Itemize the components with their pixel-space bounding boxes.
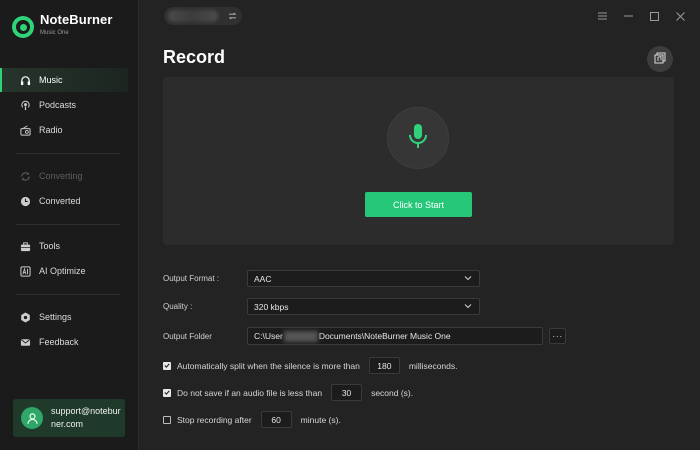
- sidebar-item-label: Music: [39, 75, 63, 85]
- sidebar-item-ai-optimize[interactable]: AI Optimize: [0, 259, 128, 283]
- sidebar-item-podcasts[interactable]: Podcasts: [0, 93, 128, 117]
- podcast-icon: [20, 100, 31, 111]
- output-format-label: Output Format :: [163, 274, 220, 283]
- gear-icon: [20, 312, 31, 323]
- silence-ms-input[interactable]: 180: [368, 357, 400, 374]
- sidebar-item-converting[interactable]: Converting: [0, 164, 128, 188]
- support-card[interactable]: support@noteburner.com: [13, 399, 125, 437]
- output-folder-prefix: C:\User: [254, 331, 283, 341]
- output-folder-suffix: Documents\NoteBurner Music One: [318, 331, 451, 341]
- quality-value: 320 kbps: [254, 301, 289, 312]
- sidebar-item-tools[interactable]: Tools: [0, 234, 128, 258]
- browse-folder-button[interactable]: ···: [549, 328, 566, 344]
- app-subtitle: Music One: [40, 30, 69, 36]
- menu-icon[interactable]: [596, 10, 608, 22]
- radio-icon: [20, 125, 31, 136]
- mail-icon: [20, 337, 31, 348]
- microphone-button[interactable]: [387, 107, 449, 169]
- user-avatar-icon: [21, 407, 43, 429]
- page-title: Record: [163, 47, 226, 67]
- clock-icon: [20, 196, 31, 207]
- sidebar-item-radio[interactable]: Radio: [0, 118, 128, 142]
- headphones-icon: [20, 75, 31, 86]
- stop-after-option: Stop recording after 60 minute (s).: [163, 411, 341, 428]
- output-folder-field[interactable]: C:\User Documents\NoteBurner Music One: [247, 327, 543, 345]
- redacted-username: [283, 330, 318, 342]
- quality-label: Quality :: [163, 302, 193, 311]
- click-to-start-button[interactable]: Click to Start: [365, 192, 472, 217]
- sidebar: NoteBurner Music One Music Podcasts Radi…: [0, 0, 139, 450]
- minimize-icon[interactable]: [622, 10, 634, 22]
- sidebar-item-label: Podcasts: [39, 100, 77, 110]
- quality-select[interactable]: 320 kbps: [247, 298, 480, 315]
- sidebar-divider: [16, 224, 120, 225]
- min-length-text: Do not save if an audio file is less tha…: [177, 387, 323, 398]
- auto-split-option: Automatically split when the silence is …: [163, 357, 458, 374]
- sidebar-divider: [16, 153, 120, 154]
- chevron-down-icon: [464, 274, 472, 284]
- converting-icon: [20, 171, 31, 182]
- stop-after-input[interactable]: 60: [260, 411, 292, 428]
- min-length-checkbox[interactable]: [163, 388, 171, 397]
- auto-split-checkbox[interactable]: [163, 361, 171, 370]
- chevron-down-icon: [464, 302, 472, 312]
- maximize-icon[interactable]: [648, 10, 660, 22]
- ai-icon: [20, 265, 31, 277]
- record-list-button[interactable]: [647, 46, 673, 72]
- noteburner-logo-icon: [12, 16, 34, 38]
- brand: NoteBurner Music One: [12, 12, 113, 38]
- microphone-icon: [407, 123, 429, 153]
- record-panel: Click to Start: [163, 77, 674, 245]
- auto-split-text: Automatically split when the silence is …: [177, 360, 360, 371]
- sidebar-item-label: Feedback: [39, 337, 79, 347]
- close-icon[interactable]: [674, 10, 686, 22]
- stop-after-text: Stop recording after: [177, 414, 252, 425]
- window-controls: [596, 10, 686, 22]
- sidebar-item-music[interactable]: Music: [0, 68, 128, 92]
- sidebar-item-label: Tools: [39, 241, 61, 251]
- output-folder-label: Output Folder: [163, 332, 212, 341]
- toolbox-icon: [20, 241, 31, 252]
- output-format-select[interactable]: AAC: [247, 270, 480, 287]
- account-switcher[interactable]: [164, 7, 242, 25]
- support-email: support@noteburner.com: [51, 406, 121, 429]
- sidebar-divider: [16, 294, 120, 295]
- sidebar-item-settings[interactable]: Settings: [0, 305, 128, 329]
- sidebar-item-label: Settings: [39, 312, 72, 322]
- min-length-unit: second (s).: [371, 387, 414, 398]
- min-length-input[interactable]: 30: [331, 384, 363, 401]
- stop-after-checkbox[interactable]: [163, 415, 171, 424]
- record-list-icon: [654, 52, 666, 66]
- account-name-redacted: [168, 10, 218, 22]
- sidebar-item-feedback[interactable]: Feedback: [0, 330, 128, 354]
- sidebar-item-label: AI Optimize: [39, 266, 86, 276]
- sidebar-item-converted[interactable]: Converted: [0, 189, 128, 213]
- sidebar-item-label: Converting: [39, 171, 83, 181]
- sidebar-item-label: Radio: [39, 125, 63, 135]
- stop-after-unit: minute (s).: [300, 414, 341, 425]
- app-name: NoteBurner: [40, 12, 113, 27]
- output-format-value: AAC: [254, 273, 272, 284]
- switch-arrows-icon[interactable]: [228, 12, 237, 20]
- auto-split-unit: milliseconds.: [408, 360, 458, 371]
- min-length-option: Do not save if an audio file is less tha…: [163, 384, 413, 401]
- sidebar-item-label: Converted: [39, 196, 81, 206]
